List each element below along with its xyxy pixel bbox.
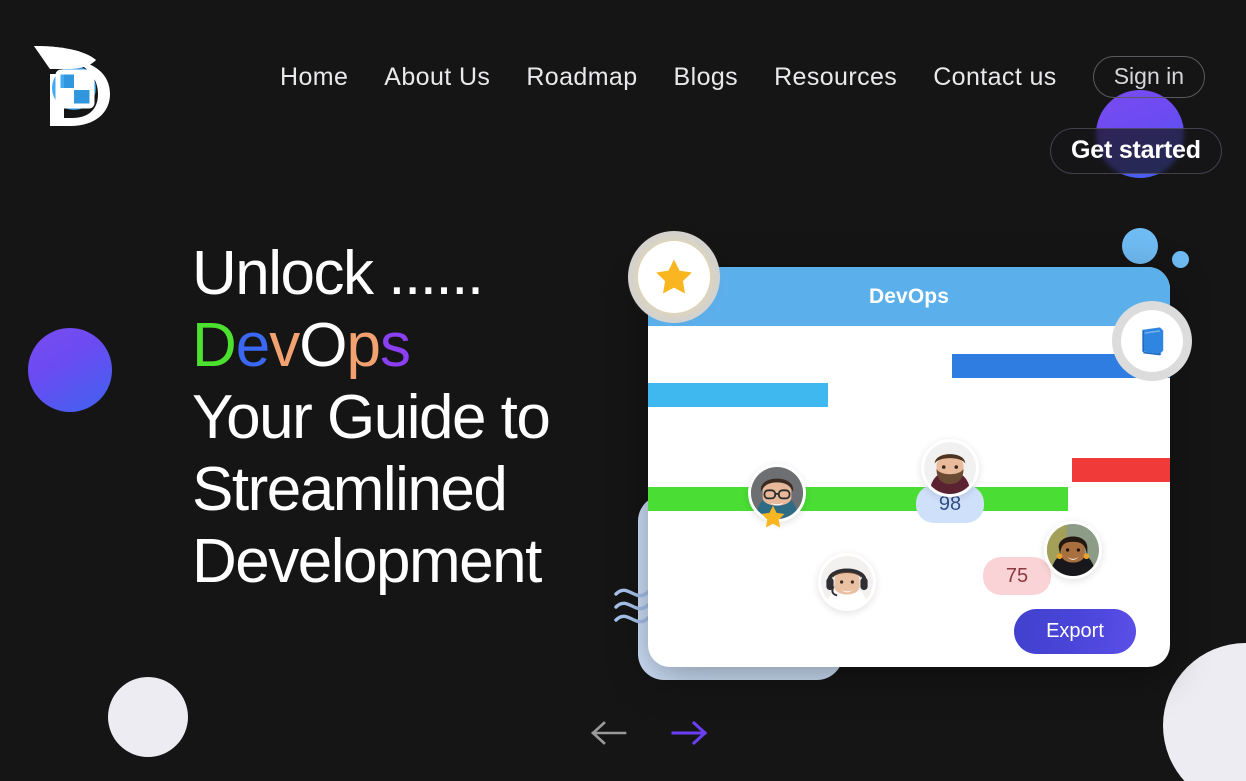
arrow-right-icon xyxy=(671,720,708,746)
sign-in-button[interactable]: Sign in xyxy=(1092,56,1206,98)
progress-bar-row-1 xyxy=(648,383,828,407)
nav-item-roadmap[interactable]: Roadmap xyxy=(508,60,655,94)
nav-item-home[interactable]: Home xyxy=(272,60,366,94)
devops-letter-e: e xyxy=(235,311,270,380)
hero-line-devops: DevOps xyxy=(192,310,612,382)
hero-line-unlock: Unlock ...... xyxy=(192,239,484,308)
devops-letter-s: s xyxy=(379,311,411,380)
devops-letter-o: O xyxy=(299,311,347,380)
carousel-prev-button[interactable] xyxy=(588,714,628,752)
nav-item-resources[interactable]: Resources xyxy=(756,60,915,94)
nav-links: Home About Us Roadmap Blogs Resources Co… xyxy=(272,56,1206,98)
page-root: Home About Us Roadmap Blogs Resources Co… xyxy=(0,0,1246,781)
nav-item-about-us[interactable]: About Us xyxy=(366,60,508,94)
devops-letter-v: v xyxy=(269,311,300,380)
hero-heading: Unlock ...... DevOps Your Guide to Strea… xyxy=(192,238,612,598)
avatar-woman-smiling xyxy=(1044,521,1102,579)
star-achievement-badge xyxy=(628,231,720,323)
card-title: DevOps xyxy=(869,284,949,308)
progress-bar-row-3 xyxy=(648,487,1068,511)
star-badge-icon xyxy=(761,505,785,528)
devops-letter-d: D xyxy=(192,311,237,380)
star-icon xyxy=(656,259,692,294)
devops-dashboard-card: DevOps 100 98 85 75 xyxy=(648,267,1170,667)
decorative-circle-white-bottom xyxy=(108,677,188,757)
hero-line-streamlined: Streamlined xyxy=(192,455,508,524)
nav-item-blogs[interactable]: Blogs xyxy=(656,60,757,94)
avatar-woman-with-headset xyxy=(818,553,876,611)
avatar-bearded-man xyxy=(921,439,979,497)
nav-item-contact-us[interactable]: Contact us xyxy=(915,60,1075,94)
get-started-wrapper: Get started xyxy=(1050,128,1222,174)
score-pill-row-4: 75 xyxy=(983,557,1051,595)
hero-line-development: Development xyxy=(192,527,542,596)
brand-logo-icon[interactable] xyxy=(30,38,126,134)
get-started-button[interactable]: Get started xyxy=(1050,128,1222,174)
carousel-controls xyxy=(588,714,710,752)
star-badge-inner xyxy=(638,241,710,313)
book-resource-badge xyxy=(1112,301,1192,381)
card-header: DevOps xyxy=(648,267,1170,326)
devops-letter-p: p xyxy=(346,311,381,380)
book-icon xyxy=(1142,327,1164,356)
export-button[interactable]: Export xyxy=(1014,609,1136,654)
carousel-next-button[interactable] xyxy=(670,714,710,752)
progress-bar-row-4 xyxy=(1072,458,1170,482)
card-body: 100 98 85 75 xyxy=(648,326,1170,667)
hero-illustration: DevOps 100 98 85 75 xyxy=(610,225,1210,680)
navbar: Home About Us Roadmap Blogs Resources Co… xyxy=(0,0,1246,174)
arrow-left-icon xyxy=(591,721,627,745)
decorative-circle-purple-left xyxy=(28,328,112,412)
book-badge-inner xyxy=(1121,310,1183,372)
hero-line-your-guide-to: Your Guide to xyxy=(192,383,551,452)
